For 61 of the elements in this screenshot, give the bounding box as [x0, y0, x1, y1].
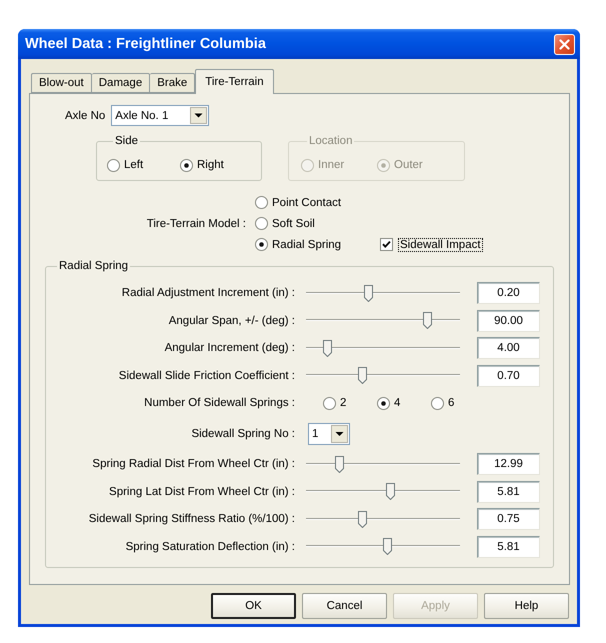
tab[interactable]: Brake: [150, 73, 196, 93]
tab[interactable]: Tire-Terrain: [195, 69, 274, 94]
field-label: Spring Radial Dist From Wheel Ctr (in) :: [92, 458, 295, 470]
radio-option[interactable]: Point Contact: [255, 196, 367, 209]
group-title: Location: [308, 135, 354, 147]
field-label: Sidewall Slide Friction Coefficient :: [118, 370, 295, 382]
checkbox-icon[interactable]: [380, 238, 393, 251]
field-label: Sidewall Spring No :: [191, 428, 295, 440]
radio-option[interactable]: Soft Soil: [255, 217, 367, 230]
radio-icon[interactable]: [255, 196, 268, 209]
value-field[interactable]: 0.75: [477, 508, 540, 530]
dialog-button[interactable]: OK: [211, 593, 296, 619]
radio-icon[interactable]: [377, 396, 390, 410]
value-field[interactable]: 12.99: [477, 453, 540, 475]
value-field[interactable]: 5.81: [477, 536, 540, 558]
field-label: Sidewall Spring Stiffness Ratio (%/100) :: [88, 513, 295, 525]
radio-option[interactable]: 2: [323, 396, 377, 410]
value-field[interactable]: 0.70: [477, 364, 540, 386]
radio-option[interactable]: Left: [107, 158, 180, 172]
close-button[interactable]: [554, 34, 575, 54]
value-field[interactable]: 4.00: [477, 337, 540, 359]
value-field[interactable]: 0.20: [477, 282, 540, 304]
radio-icon[interactable]: [107, 158, 120, 172]
field-label: Axle No: [65, 110, 106, 122]
field-label: Angular Span, +/- (deg) :: [168, 314, 295, 326]
group-title: Radial Spring: [58, 260, 130, 272]
axle-dropdown[interactable]: Axle No. 1: [111, 105, 210, 126]
tab[interactable]: Blow-out: [31, 73, 92, 93]
dialog-button[interactable]: Cancel: [302, 593, 387, 619]
field-label: Number Of Sidewall Springs :: [144, 397, 295, 409]
field-label: Radial Adjustment Increment (in) :: [122, 287, 295, 299]
slider-thumb[interactable]: [383, 538, 392, 555]
slider-thumb[interactable]: [323, 340, 332, 356]
radio-option[interactable]: Radial Spring: [255, 238, 367, 251]
radio-icon[interactable]: [255, 217, 268, 230]
group-title: Side: [114, 135, 140, 147]
radio-icon[interactable]: [431, 396, 444, 410]
field-label: Spring Saturation Deflection (in) :: [126, 540, 295, 552]
radio-option[interactable]: 6: [431, 396, 485, 410]
radio-icon[interactable]: [180, 158, 193, 172]
radio-icon[interactable]: [323, 396, 336, 410]
value-field[interactable]: 5.81: [477, 480, 540, 502]
close-icon: [559, 38, 570, 50]
radio-option[interactable]: Right: [180, 158, 253, 172]
tab[interactable]: Damage: [92, 73, 150, 93]
field-label: Tire-Terrain Model :: [146, 218, 246, 230]
slider-thumb[interactable]: [358, 510, 367, 528]
spring-number-dropdown[interactable]: 1: [308, 422, 350, 444]
value-field[interactable]: 90.00: [477, 310, 540, 332]
slider-thumb[interactable]: [423, 312, 432, 329]
radio-option[interactable]: 4: [377, 396, 431, 410]
field-label: Angular Increment (deg) :: [164, 342, 295, 354]
dialog-button[interactable]: Help: [484, 593, 569, 619]
slider-thumb[interactable]: [335, 456, 344, 472]
radio-icon[interactable]: [255, 238, 268, 251]
slider-thumb[interactable]: [386, 483, 395, 500]
slider-thumb[interactable]: [364, 284, 373, 302]
checkbox-label[interactable]: Sidewall Impact: [399, 238, 482, 250]
slider-thumb[interactable]: [358, 367, 367, 384]
field-label: Spring Lat Dist From Wheel Ctr (in) :: [109, 486, 295, 498]
window-title: Wheel Data : Freightliner Columbia: [25, 36, 266, 52]
